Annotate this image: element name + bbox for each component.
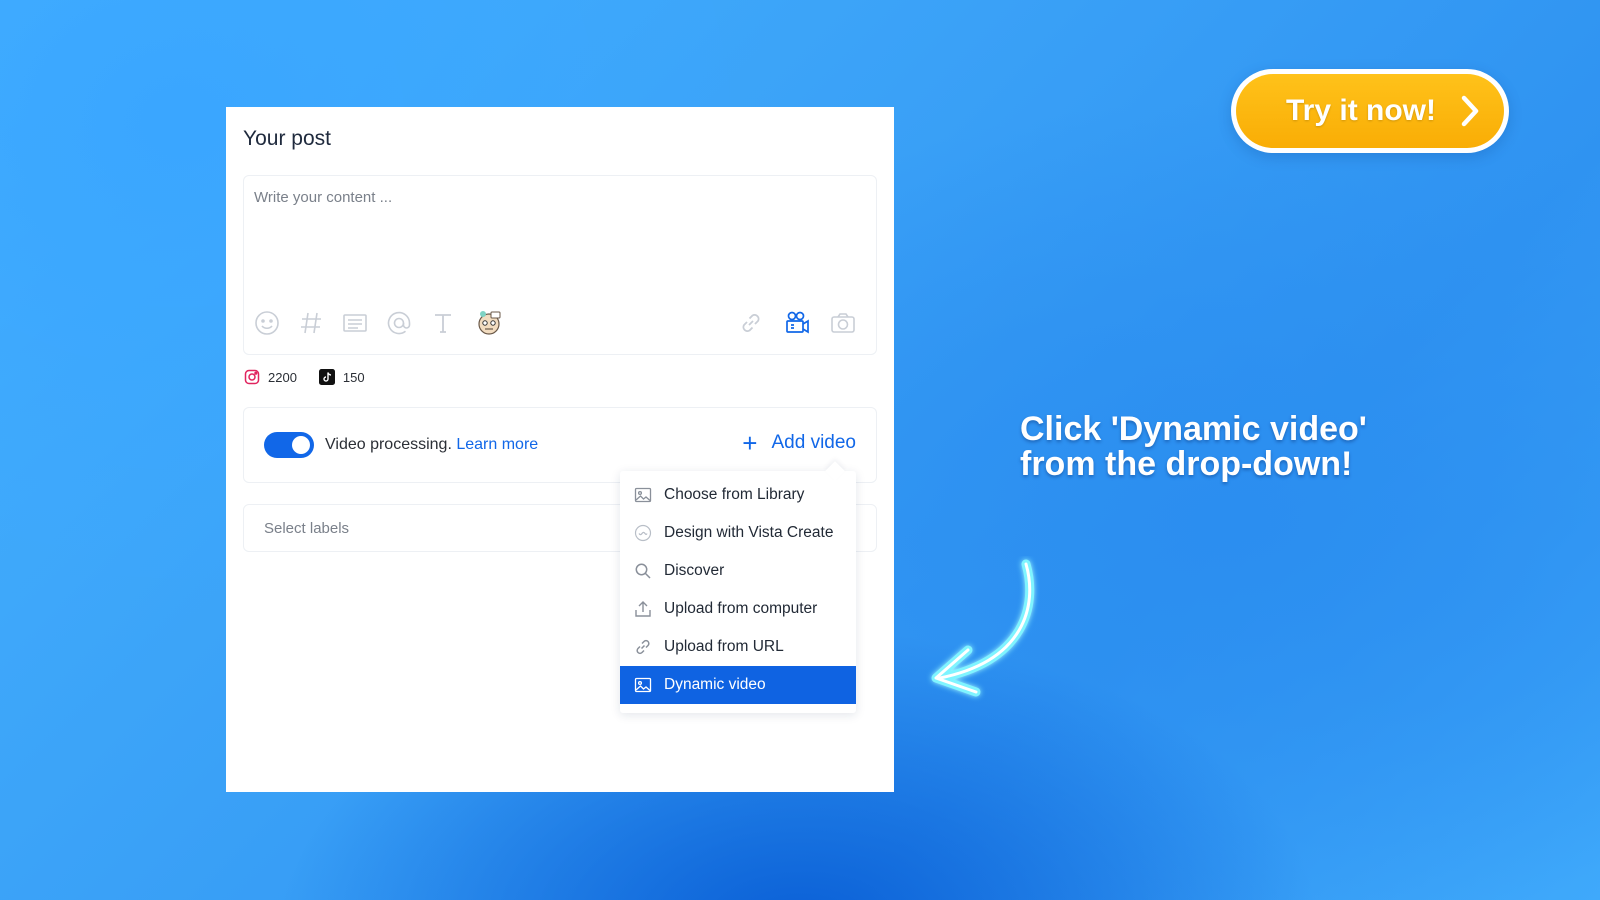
hashtag-icon[interactable] — [296, 308, 326, 338]
menu-item-label: Design with Vista Create — [664, 524, 834, 541]
instagram-icon — [244, 369, 260, 385]
chevron-right-icon — [1461, 95, 1479, 127]
menu-item-choose-from-library[interactable]: Choose from Library — [620, 476, 856, 514]
try-it-now-label: Try it now! — [1286, 94, 1436, 127]
learn-more-link[interactable]: Learn more — [456, 436, 538, 453]
toggle-knob — [292, 436, 310, 454]
text-format-icon[interactable] — [428, 308, 458, 338]
menu-item-label: Upload from computer — [664, 600, 818, 617]
upload-icon — [634, 600, 652, 618]
video-processing-text: Video processing. Learn more — [325, 436, 538, 454]
menu-item-label: Dynamic video — [664, 676, 766, 693]
menu-item-label: Discover — [664, 562, 725, 579]
image-icon — [634, 676, 652, 694]
video-icon[interactable] — [782, 308, 812, 338]
menu-item-label: Upload from URL — [664, 638, 784, 655]
tiktok-count: 150 — [342, 369, 365, 385]
try-it-now-button[interactable]: Try it now! — [1231, 69, 1509, 153]
menu-item-discover[interactable]: Discover — [620, 552, 856, 590]
image-icon — [634, 486, 652, 504]
menu-item-dynamic-video[interactable]: Dynamic video — [620, 666, 856, 704]
ai-assistant-icon[interactable] — [474, 308, 504, 338]
content-editor[interactable]: Write your content ... — [243, 175, 877, 355]
camera-icon[interactable] — [828, 308, 858, 338]
video-processing-toggle[interactable] — [264, 432, 314, 458]
menu-item-upload-from-url[interactable]: Upload from URL — [620, 628, 856, 666]
mention-icon[interactable] — [384, 308, 414, 338]
instagram-count: 2200 — [268, 369, 297, 385]
labels-placeholder: Select labels — [264, 520, 350, 537]
search-icon — [634, 562, 652, 580]
tiktok-icon — [318, 369, 335, 385]
menu-item-label: Choose from Library — [664, 486, 805, 503]
instruction-line-1: Click 'Dynamic video' — [1020, 410, 1367, 448]
add-video-button[interactable]: + Add video — [742, 430, 856, 456]
plus-icon: + — [742, 428, 758, 458]
post-composer-card: Your post Write your content ... 2200 15… — [226, 107, 894, 792]
link-icon[interactable] — [736, 308, 766, 338]
add-video-dropdown: Choose from Library Design with Vista Cr… — [620, 461, 856, 713]
menu-item-design-with-vista-create[interactable]: Design with Vista Create — [620, 514, 856, 552]
menu-item-upload-from-computer[interactable]: Upload from computer — [620, 590, 856, 628]
card-title: Your post — [243, 127, 331, 150]
add-video-label: Add video — [771, 432, 856, 453]
curved-arrow-icon — [931, 559, 1035, 697]
templates-icon[interactable] — [340, 308, 370, 338]
vista-create-icon — [634, 524, 652, 542]
video-processing-label: Video processing. — [325, 436, 452, 453]
editor-placeholder: Write your content ... — [254, 189, 393, 206]
instruction-text: Click 'Dynamic video' from the drop-down… — [1020, 412, 1440, 482]
emoji-icon[interactable] — [252, 308, 282, 338]
character-counters: 2200 150 — [244, 367, 387, 387]
link-icon — [634, 638, 652, 656]
instruction-line-2: from the drop-down! — [1020, 445, 1353, 483]
